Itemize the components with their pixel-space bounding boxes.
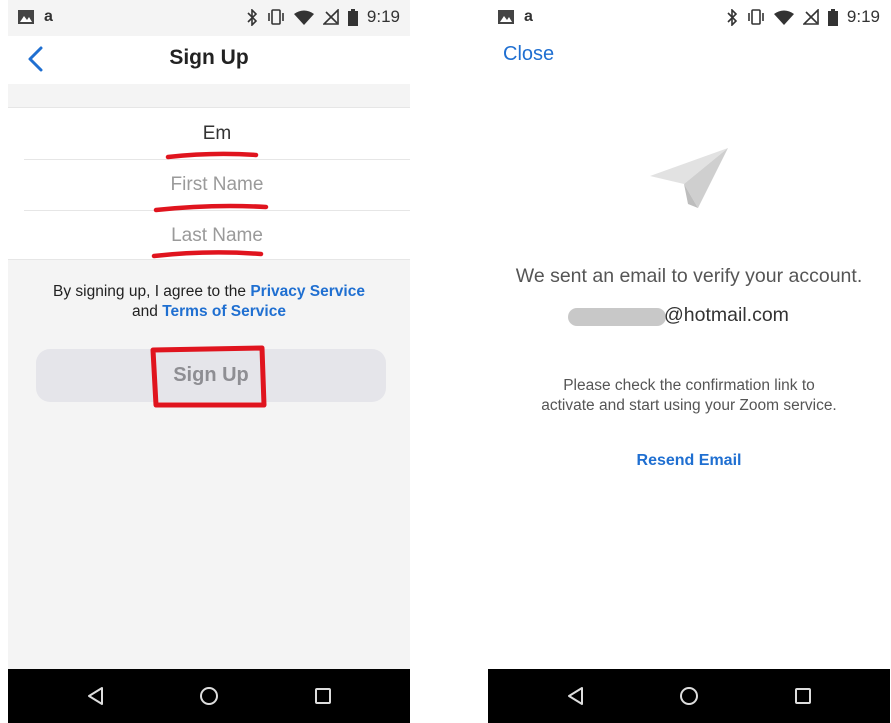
image-icon — [498, 10, 514, 24]
bluetooth-icon — [727, 8, 738, 26]
agreement-joiner: and — [132, 303, 163, 320]
status-bar: a 9:19 — [8, 0, 410, 36]
email-field[interactable] — [24, 122, 410, 145]
back-triangle-icon[interactable] — [566, 686, 586, 706]
close-button[interactable]: Close — [503, 43, 554, 66]
status-time: 9:19 — [366, 7, 400, 26]
page-title: Sign Up — [169, 46, 249, 69]
android-nav-bar — [8, 669, 410, 723]
battery-icon — [827, 8, 838, 26]
annotation-markup — [150, 151, 269, 408]
home-circle-icon[interactable] — [199, 686, 219, 706]
recents-square-icon[interactable] — [793, 686, 813, 706]
home-circle-icon[interactable] — [679, 686, 699, 706]
vibrate-icon — [748, 9, 764, 25]
privacy-service-link[interactable]: Privacy Service — [250, 283, 365, 300]
bluetooth-icon — [247, 8, 258, 26]
sign-up-button[interactable]: Sign Up — [36, 349, 386, 402]
android-nav-bar — [488, 669, 890, 723]
last-name-field[interactable] — [24, 225, 410, 247]
redacted-email-name — [568, 308, 666, 326]
paper-plane-icon — [650, 148, 728, 208]
wifi-icon — [293, 10, 314, 25]
resend-email-button[interactable]: Resend Email — [488, 452, 890, 470]
amazon-icon: a — [524, 8, 533, 25]
verification-message: We sent an email to verify your account. — [515, 265, 863, 287]
no-signal-icon — [802, 9, 819, 25]
agreement-prefix: By signing up, I agree to the — [53, 283, 251, 300]
confirmation-instructions: Please check the confirmation link to ac… — [488, 376, 890, 416]
instructions-line-1: Please check the confirmation link to — [563, 377, 815, 394]
vibrate-icon — [268, 9, 284, 25]
signup-form — [8, 107, 410, 260]
last-name-row — [24, 210, 410, 261]
sent-email-address: @hotmail.com — [488, 304, 890, 330]
status-bar: a 9:19 — [488, 0, 890, 36]
email-domain: @hotmail.com — [664, 304, 789, 326]
status-time: 9:19 — [846, 7, 880, 26]
first-name-field[interactable] — [24, 174, 410, 196]
signup-screen: a 9:19 Sign Up Em First Name Last Name B… — [8, 0, 410, 723]
email-row — [24, 108, 410, 159]
first-name-row — [24, 159, 410, 210]
battery-icon — [347, 8, 358, 26]
back-triangle-icon[interactable] — [86, 686, 106, 706]
verify-email-screen: a 9:19 Close We sent an email to verify … — [488, 0, 890, 723]
instructions-line-2: activate and start using your Zoom servi… — [541, 397, 837, 414]
agreement-text: By signing up, I agree to the Privacy Se… — [8, 282, 410, 322]
wifi-icon — [773, 10, 794, 25]
terms-of-service-link[interactable]: Terms of Service — [162, 303, 286, 320]
image-icon — [18, 10, 34, 24]
recents-square-icon[interactable] — [313, 686, 333, 706]
signup-header: Sign Up — [8, 36, 410, 84]
no-signal-icon — [322, 9, 339, 25]
amazon-icon: a — [44, 8, 53, 25]
